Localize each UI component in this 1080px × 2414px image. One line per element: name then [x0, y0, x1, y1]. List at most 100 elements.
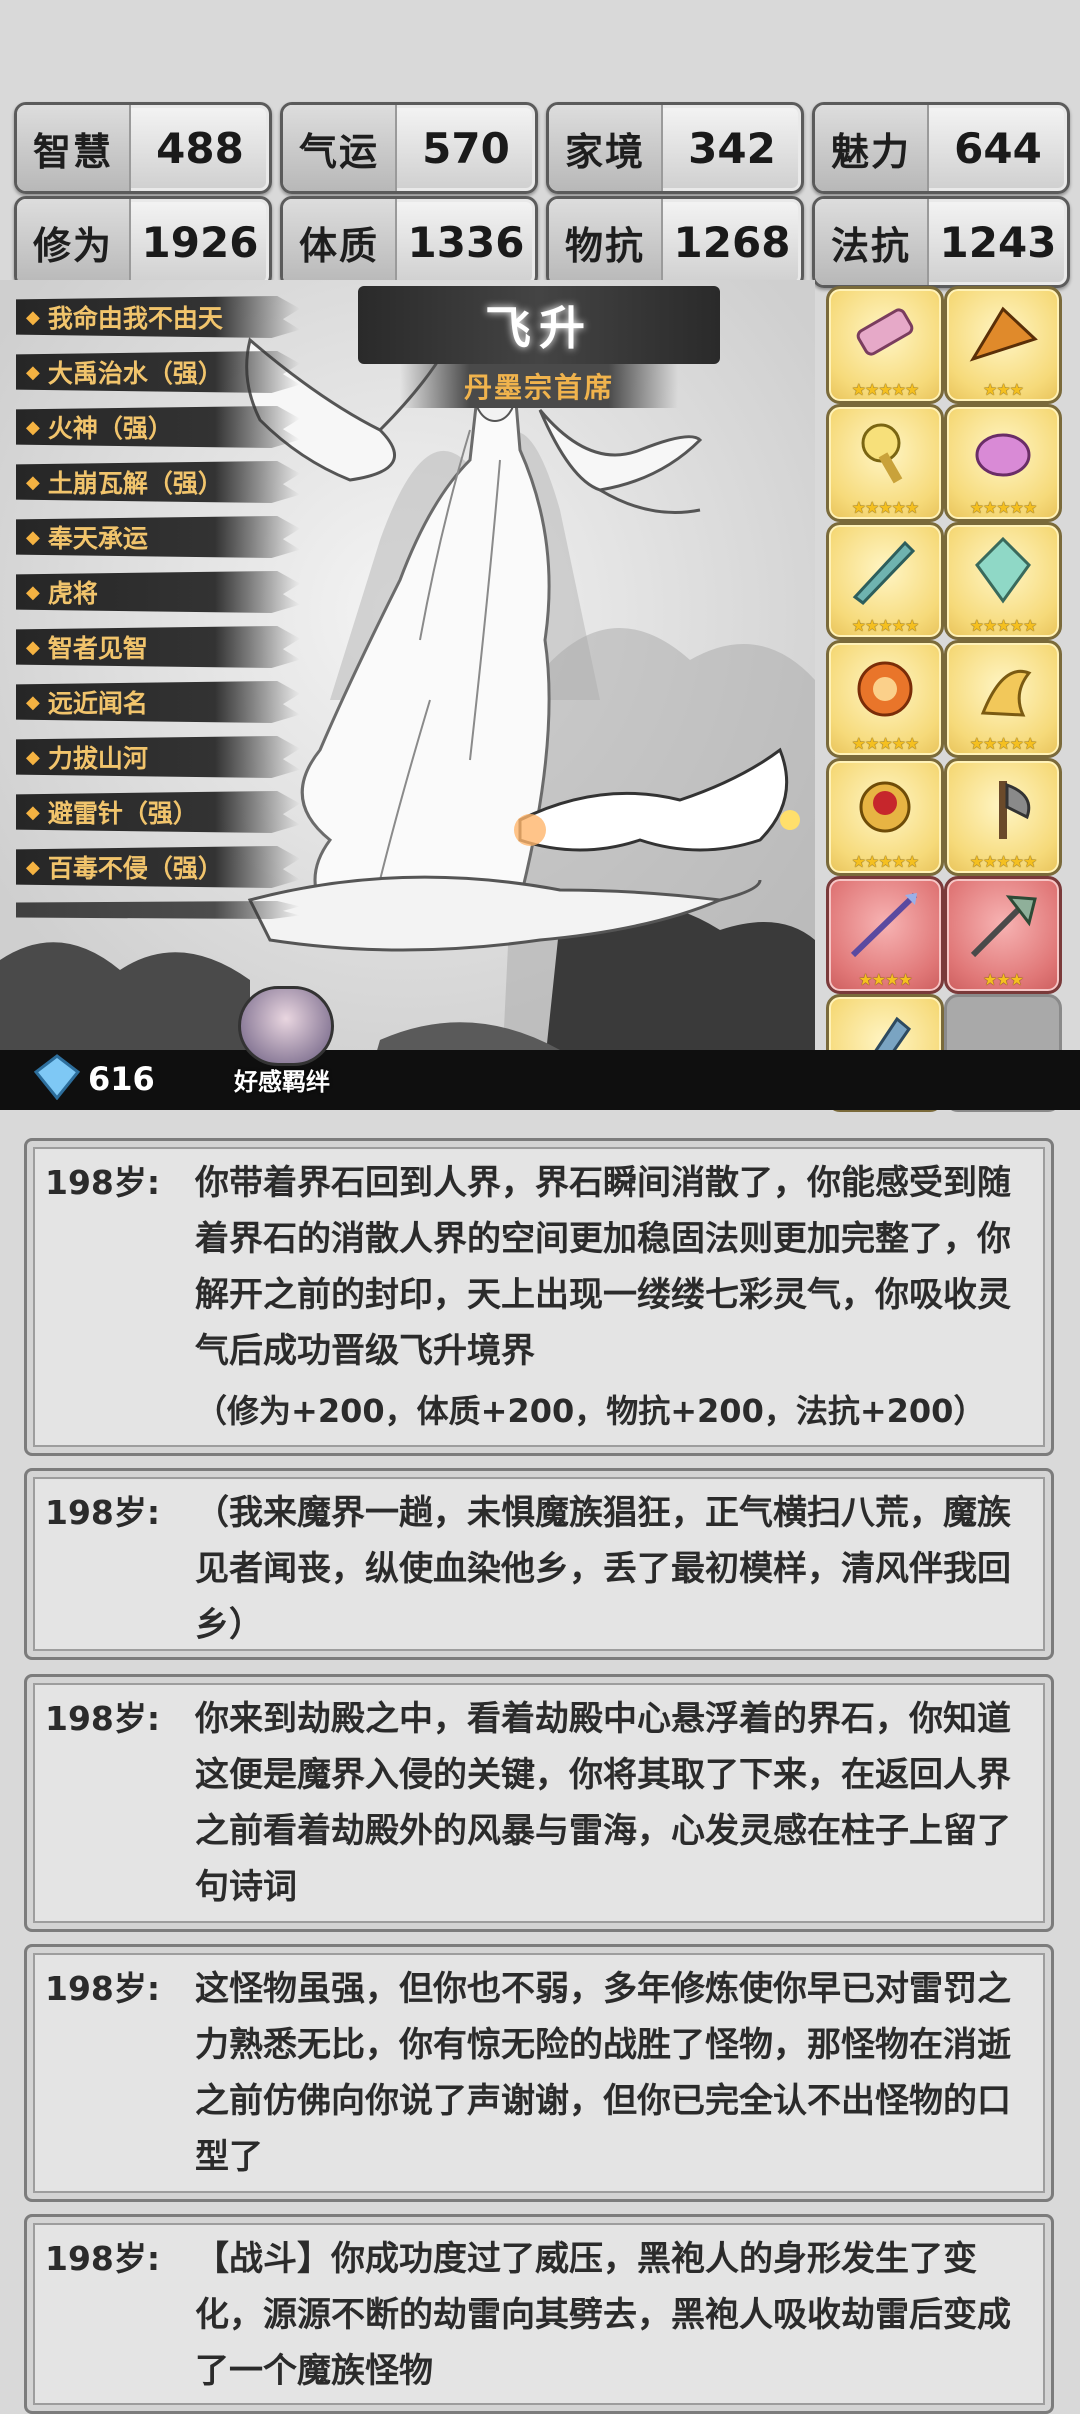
log-text: 你来到劫殿之中，看着劫殿中心悬浮着的界石，你知道这便是魔界入侵的关键，你将其取了…	[195, 1699, 1011, 1907]
fire-ring-icon	[857, 661, 913, 717]
stat-value: 342	[688, 123, 776, 173]
ruby-ring-icon	[859, 781, 911, 833]
stat-physical-resist: 物抗 1268	[546, 196, 804, 288]
skill-tag-partial[interactable]	[16, 901, 300, 919]
log-entry: 198岁: 你带着界石回到人界，界石瞬间消散了，你能感受到随着界石的消散人界的空…	[24, 1138, 1054, 1456]
log-age: 198岁:	[45, 1163, 161, 1202]
diamond-icon: ◆	[26, 581, 40, 603]
skill-tag[interactable]: ◆ 力拔山河	[16, 736, 300, 778]
equip-slot-bell[interactable]: ★★★★★	[826, 404, 944, 522]
skill-tag[interactable]: ◆ 虎将	[16, 571, 300, 613]
skill-tag[interactable]: ◆ 土崩瓦解（强）	[16, 461, 300, 503]
gem-count: 616	[88, 1060, 155, 1098]
diamond-icon: ◆	[26, 416, 40, 438]
skill-name: 百毒不侵（强）	[47, 854, 223, 883]
skill-tag[interactable]: ◆ 远近闻名	[16, 681, 300, 723]
star-rating: ★★★★★	[851, 498, 920, 517]
star-rating: ★★★★★	[851, 852, 920, 871]
stat-label: 家境	[549, 105, 663, 191]
equip-slot-fire-ring[interactable]: ★★★★★	[826, 640, 944, 758]
stat-magic-resist: 法抗 1243	[812, 196, 1070, 288]
skill-tag[interactable]: ◆ 避雷针（强）	[16, 791, 300, 833]
stat-cultivation: 修为 1926	[14, 196, 272, 288]
stat-label: 修为	[17, 199, 131, 285]
skill-tag[interactable]: ◆ 奉天承运	[16, 516, 300, 558]
equip-slot-axe[interactable]: ★★★★★	[944, 758, 1062, 876]
stat-value: 1243	[939, 217, 1057, 267]
stat-luck: 气运 570	[280, 102, 538, 194]
crystal-icon	[975, 536, 1031, 604]
stat-label: 魅力	[815, 105, 929, 191]
bell-staff-icon	[861, 423, 903, 484]
equip-slot-scroll[interactable]: ★★★★★	[826, 286, 944, 404]
diamond-icon: ◆	[26, 361, 40, 383]
star-rating: ★★★★★	[969, 734, 1038, 753]
stat-family: 家境 342	[546, 102, 804, 194]
diamond-icon: ◆	[26, 636, 40, 658]
teapot-icon	[975, 433, 1031, 477]
log-text: （我来魔界一趟，未惧魔族猖狂，正气横扫八荒，魔族见者闻丧，纵使血染他乡，丢了最初…	[195, 1493, 1011, 1645]
stat-charm: 魅力 644	[812, 102, 1070, 194]
diamond-icon: ◆	[26, 746, 40, 768]
star-rating: ★★★★	[858, 970, 912, 989]
skill-name: 远近闻名	[47, 689, 148, 718]
fan-icon	[969, 306, 1038, 362]
skill-tag[interactable]: ◆ 火神（强）	[16, 406, 300, 448]
scene-bottom-bar	[0, 1050, 1080, 1110]
stat-value: 570	[422, 123, 510, 173]
stat-label: 物抗	[549, 199, 663, 285]
star-rating: ★★★★★	[969, 852, 1038, 871]
log-age: 198岁:	[45, 1493, 161, 1532]
stat-value: 1336	[407, 217, 525, 267]
star-rating: ★★★	[982, 380, 1024, 399]
log-text: 【战斗】你成功度过了威压，黑袍人的身形发生了变化，源源不断的劫雷向其劈去，黑袍人…	[195, 2239, 1011, 2391]
log-age: 198岁:	[45, 1969, 161, 2008]
log-text: 你带着界石回到人界，界石瞬间消散了，你能感受到随着界石的消散人界的空间更加稳固法…	[195, 1163, 1011, 1371]
log-entry: 198岁: 【战斗】你成功度过了威压，黑袍人的身形发生了变化，源源不断的劫雷向其…	[24, 2214, 1054, 2414]
bond-label[interactable]: 好感羁绊	[234, 1062, 330, 1097]
stat-value: 488	[156, 123, 244, 173]
log-age: 198岁:	[45, 2239, 161, 2278]
scroll-icon	[856, 308, 914, 356]
companion-avatar[interactable]	[238, 986, 334, 1066]
skill-tag[interactable]: ◆ 百毒不侵（强）	[16, 846, 300, 888]
star-rating: ★★★★★	[969, 498, 1038, 517]
skill-tag[interactable]: ◆ 智者见智	[16, 626, 300, 668]
skill-name: 火神（强）	[47, 414, 173, 443]
stat-value: 644	[954, 123, 1042, 173]
skill-name: 避雷针（强）	[47, 799, 198, 828]
axe-icon	[999, 781, 1031, 839]
realm-title: 飞升	[358, 286, 720, 364]
skill-name: 大禹治水（强）	[47, 359, 223, 388]
equip-slot-crystal[interactable]: ★★★★★	[944, 522, 1062, 640]
diamond-icon: ◆	[26, 306, 40, 328]
equip-slot-sword[interactable]: ★★★★★	[826, 522, 944, 640]
star-rating: ★★★★★	[969, 616, 1038, 635]
diamond-icon: ◆	[26, 471, 40, 493]
equip-slot-spear[interactable]: ★★★★	[826, 876, 944, 994]
skill-tag[interactable]: ◆ 大禹治水（强）	[16, 351, 300, 393]
skill-name: 智者见智	[47, 634, 148, 663]
log-entry: 198岁: （我来魔界一趟，未惧魔族猖狂，正气横扫八荒，魔族见者闻丧，纵使血染他…	[24, 1468, 1054, 1660]
halberd-icon	[970, 895, 1037, 958]
log-age: 198岁:	[45, 1699, 161, 1738]
equip-slot-phoenix[interactable]: ★★★★★	[944, 640, 1062, 758]
stat-value: 1268	[673, 217, 791, 267]
equip-slot-halberd[interactable]: ★★★	[944, 876, 1062, 994]
skill-tag[interactable]: ◆ 我命由我不由天	[16, 296, 300, 338]
star-rating: ★★★★★	[851, 380, 920, 399]
diamond-icon: ◆	[26, 801, 40, 823]
skill-name: 我命由我不由天	[47, 304, 223, 333]
stat-wisdom: 智慧 488	[14, 102, 272, 194]
equip-slot-ruby-ring[interactable]: ★★★★★	[826, 758, 944, 876]
equip-slot-teapot[interactable]: ★★★★★	[944, 404, 1062, 522]
log-entry: 198岁: 你来到劫殿之中，看着劫殿中心悬浮着的界石，你知道这便是魔界入侵的关键…	[24, 1674, 1054, 1932]
stat-label: 法抗	[815, 199, 929, 285]
phoenix-icon	[980, 670, 1032, 717]
star-rating: ★★★★★	[851, 616, 920, 635]
skill-name: 虎将	[47, 579, 98, 608]
log-text: 这怪物虽强，但你也不弱，多年修炼使你早已对雷罚之力熟悉无比，你有惊无险的战胜了怪…	[195, 1969, 1011, 2177]
sect-title: 丹墨宗首席	[400, 364, 678, 408]
log-entry: 198岁: 这怪物虽强，但你也不弱，多年修炼使你早已对雷罚之力熟悉无比，你有惊无…	[24, 1944, 1054, 2202]
equip-slot-fan[interactable]: ★★★	[944, 286, 1062, 404]
